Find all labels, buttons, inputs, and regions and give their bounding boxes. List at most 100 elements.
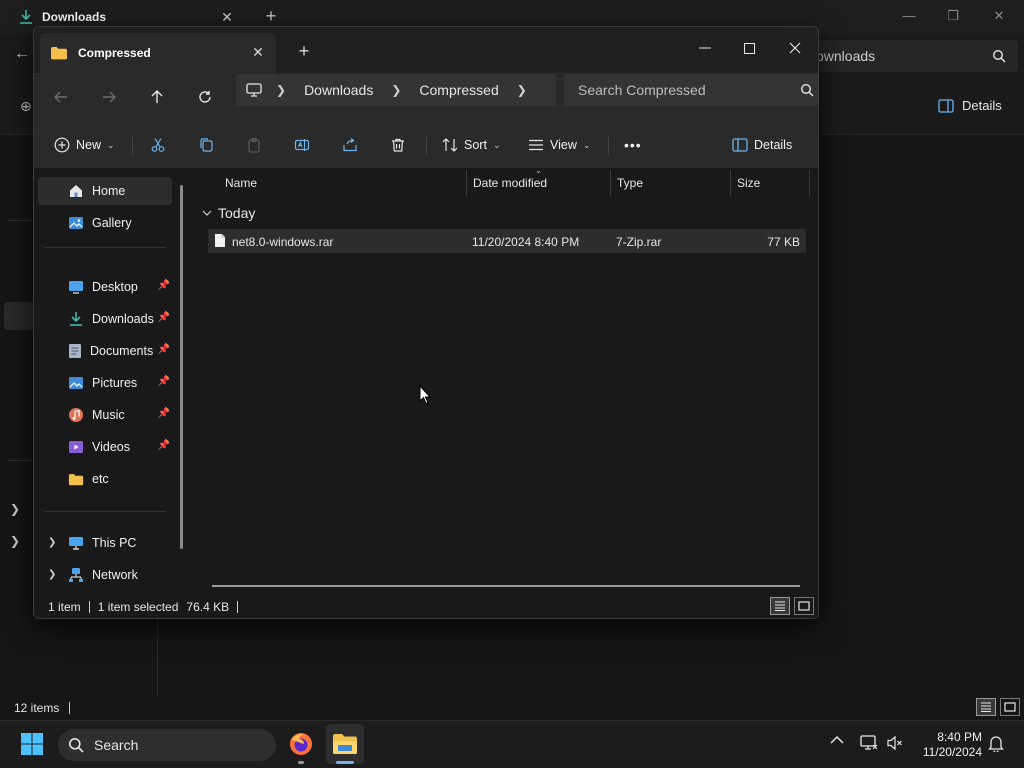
background-expand-icon-2[interactable]: ❯ — [10, 534, 20, 548]
sidebar-item-pictures[interactable]: Pictures 📌 — [38, 369, 172, 397]
new-label: New — [76, 138, 102, 152]
background-minimize-icon[interactable]: — — [894, 6, 924, 26]
breadcrumb-compressed[interactable]: Compressed — [407, 82, 510, 98]
sidebar-item-downloads[interactable]: Downloads 📌 — [38, 305, 172, 333]
paste-icon — [246, 137, 262, 153]
sidebar-item-music[interactable]: Music 📌 — [38, 401, 172, 429]
tiles-view-icon[interactable] — [794, 597, 814, 615]
breadcrumb-chevron-icon[interactable]: ❯ — [511, 83, 533, 97]
copy-button[interactable] — [198, 131, 214, 159]
sort-button[interactable]: Sort ⌄ — [442, 131, 500, 159]
column-divider[interactable] — [730, 170, 731, 196]
file-explorer-taskbar-button[interactable] — [326, 724, 364, 764]
details-view-icon[interactable] — [770, 597, 790, 615]
network-status-icon[interactable] — [860, 734, 878, 752]
explorer-window: Compressed ✕ + ❯ Downloads ❯ Compressed … — [33, 26, 819, 619]
folder-icon — [68, 473, 84, 486]
firefox-icon[interactable] — [288, 731, 314, 757]
paste-button[interactable] — [246, 131, 262, 159]
column-divider[interactable] — [809, 170, 810, 196]
background-sidebar-selected-item[interactable] — [4, 302, 34, 330]
sidebar-item-network[interactable]: ❯ Network — [38, 561, 172, 589]
more-options-icon[interactable]: ••• — [624, 131, 642, 159]
sidebar-item-desktop[interactable]: Desktop 📌 — [38, 273, 172, 301]
this-pc-icon[interactable] — [246, 83, 262, 97]
background-tab-close-icon[interactable]: ✕ — [218, 8, 236, 26]
sidebar-item-this-pc[interactable]: ❯ This PC — [38, 529, 172, 557]
tab-compressed[interactable]: Compressed — [40, 33, 276, 73]
details-view-icon[interactable] — [976, 698, 996, 716]
back-arrow-icon[interactable] — [46, 83, 76, 111]
table-row[interactable]: net8.0-windows.rar 11/20/2024 8:40 PM 7-… — [208, 229, 806, 253]
pin-icon[interactable]: 📌 — [158, 312, 170, 323]
background-tab-title: Downloads — [42, 10, 107, 24]
search-input[interactable]: Search Compressed — [564, 74, 818, 106]
breadcrumb-chevron-icon[interactable]: ❯ — [262, 83, 292, 97]
volume-muted-icon[interactable] — [886, 734, 904, 752]
cut-button[interactable] — [150, 131, 166, 159]
horizontal-scrollbar[interactable] — [212, 585, 800, 587]
background-maximize-icon[interactable]: ❐ — [938, 6, 968, 26]
chevron-down-icon: ⌄ — [582, 139, 591, 150]
column-header-name[interactable]: Name — [225, 176, 257, 190]
view-button[interactable]: View ⌄ — [528, 131, 590, 159]
sidebar-item-label: Network — [92, 568, 138, 582]
column-divider[interactable] — [610, 170, 611, 196]
breadcrumb-chevron-icon[interactable]: ❯ — [385, 83, 407, 97]
sidebar-item-home[interactable]: Home — [38, 177, 172, 205]
windows-start-icon[interactable] — [20, 732, 44, 756]
search-icon — [800, 83, 814, 97]
breadcrumb[interactable]: ❯ Downloads ❯ Compressed ❯ — [236, 74, 556, 106]
taskbar-search[interactable]: Search — [58, 729, 276, 761]
pin-icon[interactable]: 📌 — [158, 376, 170, 387]
file-date: 11/20/2024 8:40 PM — [472, 235, 580, 249]
background-details-button[interactable]: Details — [938, 98, 1002, 113]
column-header-size[interactable]: Size — [737, 176, 760, 190]
new-tab-icon[interactable]: + — [294, 41, 314, 61]
column-header-type[interactable]: Type — [617, 176, 643, 190]
sort-label: Sort — [464, 138, 487, 152]
pin-icon[interactable]: 📌 — [158, 408, 170, 419]
background-sidebar-divider — [8, 220, 32, 221]
rename-button[interactable] — [294, 131, 310, 159]
details-button[interactable]: Details — [732, 131, 792, 159]
chevron-right-icon[interactable]: ❯ — [48, 569, 56, 580]
background-expand-icon[interactable]: ❯ — [10, 502, 20, 516]
refresh-icon[interactable] — [190, 83, 220, 111]
sidebar-scrollbar[interactable] — [180, 185, 183, 549]
pin-icon[interactable]: 📌 — [158, 440, 170, 451]
background-search-input[interactable]: ownloads — [808, 40, 1018, 72]
share-button[interactable] — [342, 131, 358, 159]
system-clock[interactable]: 8:40 PM 11/20/2024 — [910, 730, 982, 760]
close-icon[interactable] — [772, 33, 818, 63]
group-header-today[interactable]: Today — [202, 205, 255, 221]
sidebar-item-documents[interactable]: Documents 📌 — [38, 337, 172, 365]
minimize-icon[interactable] — [682, 33, 728, 63]
forward-arrow-icon[interactable] — [94, 83, 124, 111]
pin-icon[interactable]: 📌 — [158, 280, 170, 291]
up-arrow-icon[interactable] — [142, 83, 172, 111]
mouse-cursor-icon — [419, 385, 431, 405]
music-icon — [68, 407, 84, 423]
sidebar-item-etc[interactable]: etc — [38, 465, 172, 493]
notification-bell-icon[interactable] — [988, 734, 1004, 752]
delete-button[interactable] — [390, 131, 406, 159]
column-divider[interactable] — [466, 170, 467, 196]
pin-icon[interactable]: 📌 — [158, 344, 170, 355]
breadcrumb-downloads[interactable]: Downloads — [292, 82, 385, 98]
show-hidden-icons-chevron-icon[interactable] — [830, 735, 844, 745]
tiles-view-icon[interactable] — [1000, 698, 1020, 716]
background-new-tab-icon[interactable]: + — [262, 6, 280, 26]
new-button[interactable]: New ⌄ — [54, 131, 115, 159]
chevron-right-icon[interactable]: ❯ — [48, 537, 56, 548]
tab-close-icon[interactable]: ✕ — [248, 42, 268, 62]
background-back-icon[interactable]: ← — [14, 45, 30, 63]
folder-icon — [50, 46, 68, 60]
sidebar-item-videos[interactable]: Videos 📌 — [38, 433, 172, 461]
background-new-icon[interactable]: ⊕ — [20, 98, 32, 115]
column-header-date-modified[interactable]: Date modified — [473, 176, 547, 190]
sidebar-item-gallery[interactable]: Gallery — [38, 209, 172, 237]
maximize-icon[interactable] — [726, 33, 772, 63]
details-pane-icon — [938, 98, 954, 113]
background-close-icon[interactable]: ✕ — [984, 6, 1014, 26]
